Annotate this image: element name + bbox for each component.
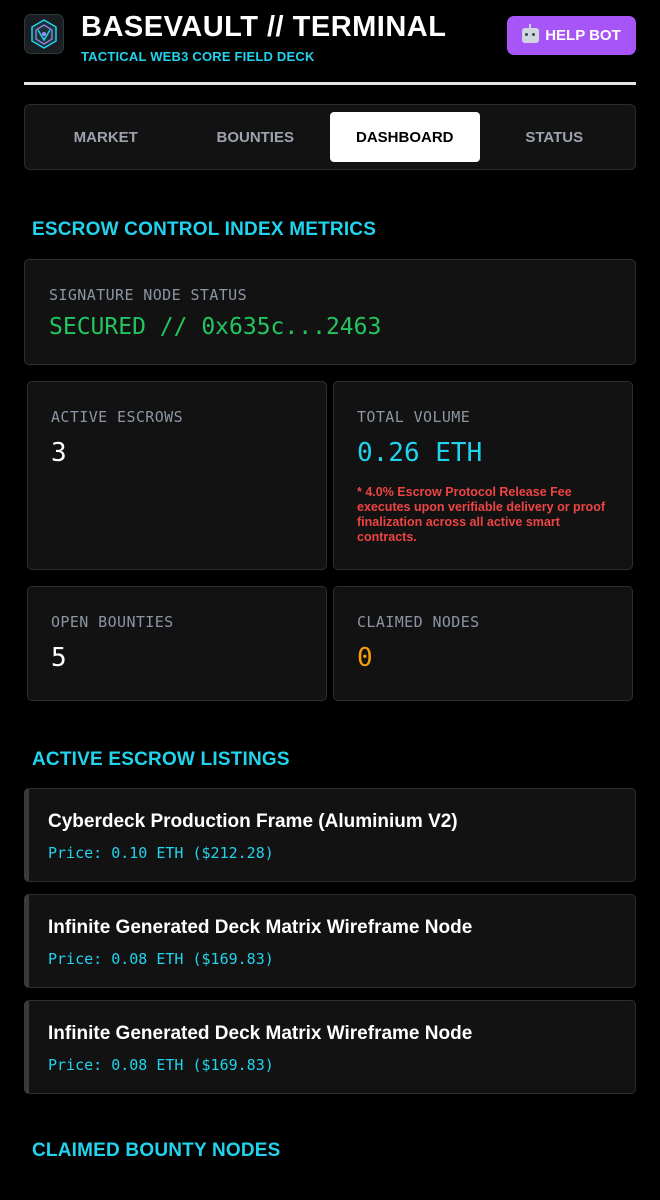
vault-logo-icon xyxy=(24,14,64,54)
robot-icon xyxy=(522,24,540,43)
escrow-listing-item[interactable]: Infinite Generated Deck Matrix Wireframe… xyxy=(24,1000,636,1094)
metrics-section-title: ESCROW CONTROL INDEX METRICS xyxy=(32,219,377,240)
header-divider xyxy=(24,82,636,85)
open-bounties-value: 5 xyxy=(51,643,67,673)
listing-name: Infinite Generated Deck Matrix Wireframe… xyxy=(48,1023,473,1044)
app-title: BASEVAULT // TERMINAL xyxy=(81,11,447,43)
active-escrows-label: ACTIVE ESCROWS xyxy=(51,408,184,426)
tab-status[interactable]: STATUS xyxy=(480,112,630,162)
escrow-listing-item[interactable]: Cyberdeck Production Frame (Aluminium V2… xyxy=(24,788,636,882)
help-bot-button[interactable]: HELP BOT xyxy=(507,16,636,55)
listing-price: Price: 0.08 ETH ($169.83) xyxy=(48,950,274,968)
total-volume-card: TOTAL VOLUME 0.26 ETH * 4.0% Escrow Prot… xyxy=(333,381,633,570)
active-escrows-card: ACTIVE ESCROWS 3 xyxy=(27,381,327,570)
app-subtitle: TACTICAL WEB3 CORE FIELD DECK xyxy=(81,49,315,64)
tab-bounties[interactable]: BOUNTIES xyxy=(181,112,331,162)
help-bot-label: HELP BOT xyxy=(545,27,621,44)
active-escrows-value: 3 xyxy=(51,438,67,468)
escrow-fee-note: * 4.0% Escrow Protocol Release Fee execu… xyxy=(357,485,605,544)
listing-price: Price: 0.08 ETH ($169.83) xyxy=(48,1056,274,1074)
tab-market[interactable]: MARKET xyxy=(31,112,181,162)
open-bounties-card: OPEN BOUNTIES 5 xyxy=(27,586,327,701)
signature-node-card: SIGNATURE NODE STATUS SECURED // 0x635c.… xyxy=(24,259,636,365)
listing-name: Cyberdeck Production Frame (Aluminium V2… xyxy=(48,811,458,832)
main-tabs: MARKET BOUNTIES DASHBOARD STATUS xyxy=(24,104,636,170)
escrow-listing-item[interactable]: Infinite Generated Deck Matrix Wireframe… xyxy=(24,894,636,988)
claimed-nodes-value: 0 xyxy=(357,643,373,673)
claimed-nodes-card: CLAIMED NODES 0 xyxy=(333,586,633,701)
listing-price: Price: 0.10 ETH ($212.28) xyxy=(48,844,274,862)
claimed-section-title: CLAIMED BOUNTY NODES xyxy=(32,1140,281,1161)
claimed-nodes-label: CLAIMED NODES xyxy=(357,613,480,631)
signature-node-value: SECURED // 0x635c...2463 xyxy=(49,314,382,340)
app-header: BASEVAULT // TERMINAL TACTICAL WEB3 CORE… xyxy=(24,12,636,68)
tab-dashboard[interactable]: DASHBOARD xyxy=(330,112,480,162)
open-bounties-label: OPEN BOUNTIES xyxy=(51,613,174,631)
listings-section-title: ACTIVE ESCROW LISTINGS xyxy=(32,749,290,770)
total-volume-value: 0.26 ETH xyxy=(357,438,483,468)
total-volume-label: TOTAL VOLUME xyxy=(357,408,471,426)
signature-node-label: SIGNATURE NODE STATUS xyxy=(49,286,248,304)
listing-name: Infinite Generated Deck Matrix Wireframe… xyxy=(48,917,473,938)
